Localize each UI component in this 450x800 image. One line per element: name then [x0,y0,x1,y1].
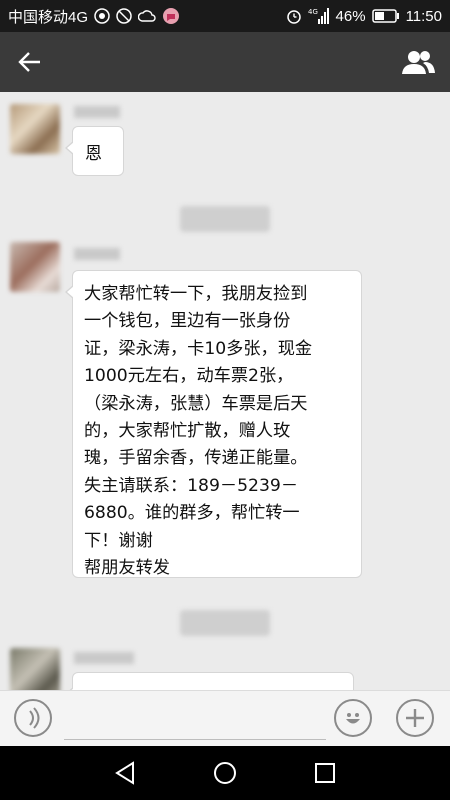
emoji-button[interactable] [334,699,372,737]
group-icon [402,51,435,74]
message-bubble[interactable]: 大家帮忙转一下，我朋友捡到 一个钱包，里边有一张身份 证，梁永涛，卡10多张，现… [65,270,362,579]
triangle-back-icon [115,761,134,785]
android-icon [94,8,110,24]
carrier-label: 中国移动4G [8,8,89,26]
emoji-icon [346,713,360,724]
avatar[interactable] [10,648,60,690]
no-disturb-icon [116,8,132,24]
message-bubble[interactable]: 恩 [65,126,124,176]
message-text: 恩 [85,144,102,164]
nav-back-button[interactable] [110,758,140,788]
timestamp-chip [180,206,270,232]
more-functions-button[interactable] [396,699,434,737]
voice-icon [29,707,40,729]
battery-percent: 46% [335,7,366,25]
signal-icon: 4G [308,7,330,25]
circle-home-icon [214,762,236,784]
system-nav-bar [0,746,450,800]
message-bubble[interactable] [65,672,354,690]
sender-name [74,106,120,118]
battery-icon [371,9,400,23]
avatar[interactable] [10,242,60,292]
nav-home-button[interactable] [210,758,240,788]
sender-name [74,248,120,260]
message-text: 大家帮忙转一下，我朋友捡到 一个钱包，里边有一张身份 证，梁永涛，卡10多张，现… [84,284,313,579]
square-recents-icon [315,763,335,783]
sender-name [74,652,134,664]
message-input-bar [0,690,450,746]
clock: 11:50 [405,7,442,25]
plus-icon [406,709,424,727]
chat-message-list[interactable]: 恩 大家帮忙转一下，我朋友捡到 一个钱包，里边有一张身份 证，梁永涛，卡10多张… [0,92,450,690]
message-notification-icon [162,7,180,25]
message-text-input[interactable] [64,699,326,740]
status-bar: 中国移动4G 4G 46% 11:50 [0,0,450,32]
timestamp-chip [180,610,270,636]
chat-title-bar [0,32,450,92]
weather-icon [138,9,156,23]
avatar[interactable] [10,104,60,154]
alarm-icon [286,8,302,24]
voice-input-button[interactable] [14,699,52,737]
chat-members-button[interactable] [400,46,436,78]
nav-recents-button[interactable] [310,758,340,788]
network-type-label: 4G [308,8,318,16]
arrow-left-icon [18,52,40,72]
back-button[interactable] [14,46,46,78]
